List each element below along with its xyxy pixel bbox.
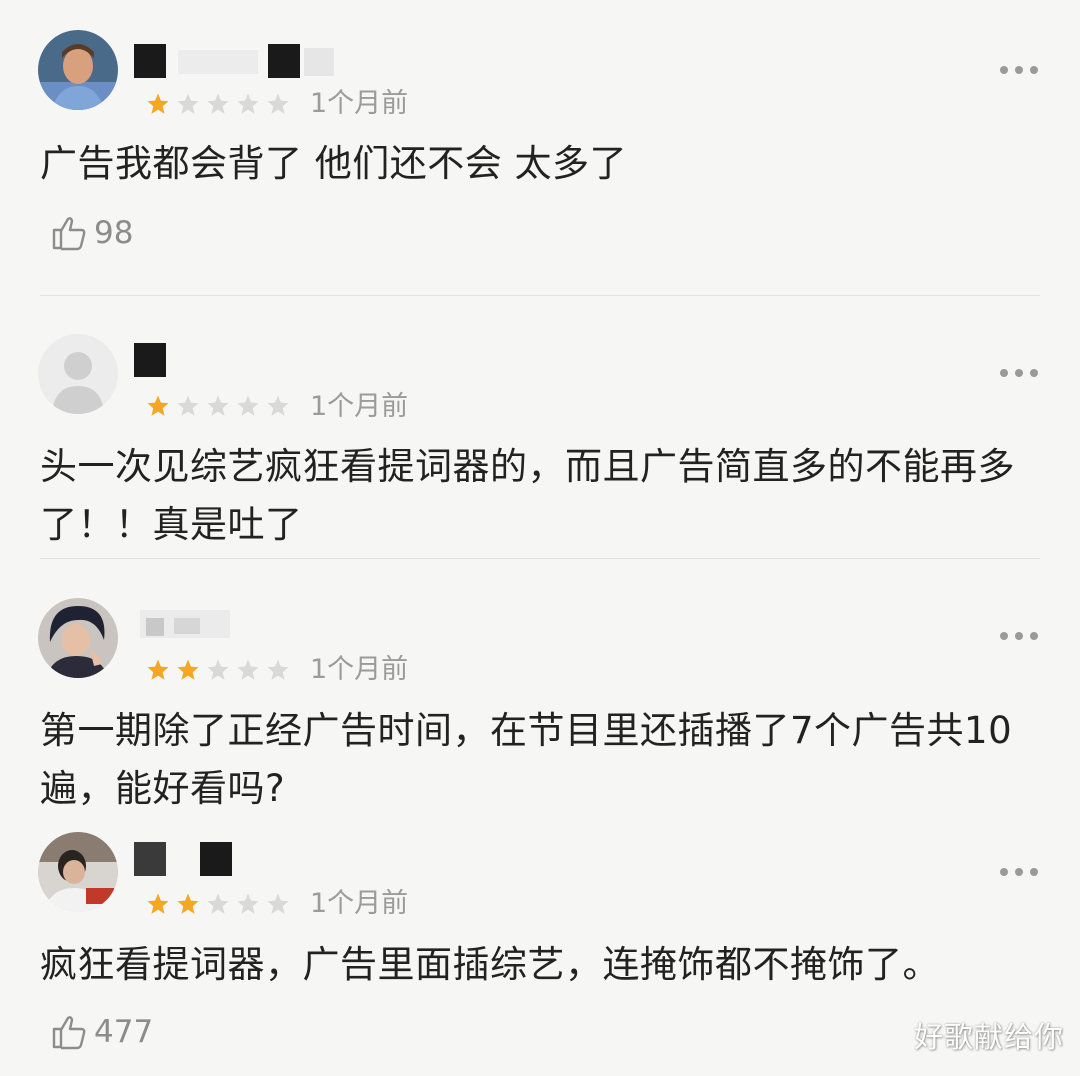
more-dots-icon <box>1000 369 1008 377</box>
star-icon <box>237 93 259 114</box>
review-time: 1个月前 <box>310 88 409 119</box>
watermark: 好歌献给你 <box>913 1020 1064 1054</box>
star-icon <box>237 893 259 914</box>
more-dots-icon <box>1000 632 1008 640</box>
star-icon <box>207 893 229 914</box>
star-icon <box>147 93 169 114</box>
more-options-button[interactable] <box>1000 367 1038 379</box>
more-options-button[interactable] <box>1000 866 1038 878</box>
username-redacted[interactable] <box>134 343 168 377</box>
like-button[interactable]: 98 <box>50 212 133 254</box>
more-dots-icon <box>1000 868 1008 876</box>
more-options-button[interactable] <box>1000 64 1038 76</box>
star-icon <box>267 93 289 114</box>
avatar[interactable] <box>38 598 118 678</box>
star-rating <box>146 891 290 917</box>
star-icon <box>147 395 169 416</box>
review-time: 1个月前 <box>310 391 409 422</box>
star-icon <box>177 659 199 680</box>
star-icon <box>267 893 289 914</box>
star-icon <box>207 659 229 680</box>
review-text: 广告我都会背了 他们还不会 太多了 <box>40 142 628 185</box>
star-icon <box>237 659 259 680</box>
like-button[interactable]: 477 <box>50 1011 153 1053</box>
divider <box>40 558 1040 559</box>
star-icon <box>267 395 289 416</box>
avatar[interactable] <box>38 30 118 110</box>
more-options-button[interactable] <box>1000 630 1038 642</box>
avatar[interactable] <box>38 334 118 414</box>
username-redacted[interactable] <box>134 606 234 640</box>
star-rating <box>146 657 290 683</box>
star-icon <box>207 93 229 114</box>
review-text: 头一次见综艺疯狂看提词器的，而且广告简直多的不能再多了！！真是吐了 <box>40 445 1015 546</box>
like-count: 98 <box>94 215 134 251</box>
review-time: 1个月前 <box>310 654 409 685</box>
star-icon <box>207 395 229 416</box>
star-icon <box>237 395 259 416</box>
star-icon <box>267 659 289 680</box>
star-icon <box>177 395 199 416</box>
divider <box>40 295 1040 296</box>
review-text: 第一期除了正经广告时间，在节目里还插播了7个广告共10遍，能好看吗? <box>40 709 1013 810</box>
star-rating <box>146 393 290 419</box>
review-time: 1个月前 <box>310 888 409 919</box>
more-dots-icon <box>1000 66 1008 74</box>
star-icon <box>177 893 199 914</box>
review-text: 疯狂看提词器，广告里面插综艺，连掩饰都不掩饰了。 <box>40 943 940 986</box>
star-rating <box>146 91 290 117</box>
star-icon <box>147 893 169 914</box>
thumbs-up-icon <box>52 217 86 251</box>
avatar[interactable] <box>38 832 118 912</box>
username-redacted[interactable] <box>134 842 234 876</box>
star-icon <box>147 659 169 680</box>
username-redacted[interactable] <box>134 44 334 78</box>
thumbs-up-icon <box>52 1016 86 1050</box>
like-count: 477 <box>94 1014 154 1050</box>
star-icon <box>177 93 199 114</box>
